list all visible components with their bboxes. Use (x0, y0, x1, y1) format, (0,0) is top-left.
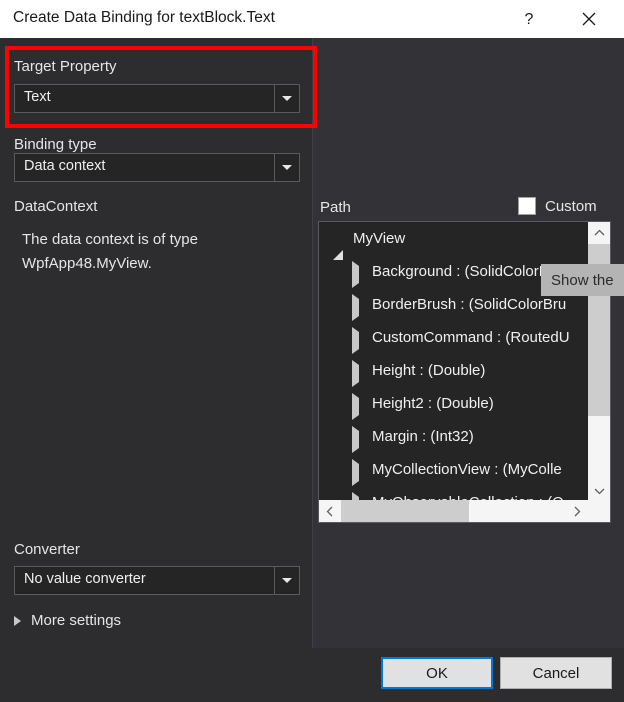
tree-item-myview[interactable]: MyView (319, 222, 589, 255)
chevron-right-icon[interactable] (352, 431, 363, 442)
target-property-label: Target Property (14, 58, 117, 75)
chevron-right-icon (14, 616, 21, 626)
tree-item-label: BorderBrush : (SolidColorBru (372, 296, 566, 313)
tree-item-height[interactable]: Height : (Double) (319, 354, 589, 387)
tree-item-customcommand[interactable]: CustomCommand : (RoutedU (319, 321, 589, 354)
tree-item-label: MyCollectionView : (MyColle (372, 461, 562, 478)
binding-type-label: Binding type (14, 136, 97, 153)
cancel-button[interactable]: Cancel (500, 657, 612, 689)
chevron-right-icon[interactable] (352, 464, 363, 475)
binding-type-value: Data context (24, 158, 105, 174)
tree-item-height2[interactable]: Height2 : (Double) (319, 387, 589, 420)
close-icon[interactable] (566, 0, 612, 38)
converter-dropdown-arrow[interactable] (274, 567, 299, 594)
binding-type-combobox[interactable]: Data context (14, 153, 300, 182)
ok-button[interactable]: OK (381, 657, 493, 689)
converter-combobox[interactable]: No value converter (14, 566, 300, 595)
custom-checkbox[interactable] (518, 197, 536, 215)
chevron-down-icon[interactable] (588, 480, 610, 502)
target-property-value: Text (24, 89, 51, 105)
tree-item-label: MyView (353, 230, 405, 247)
chevron-down-icon (282, 578, 292, 583)
dialog-footer: OK Cancel (0, 648, 624, 702)
tree-item-label: Height : (Double) (372, 362, 485, 379)
custom-checkbox-label: Custom (545, 198, 597, 215)
converter-value: No value converter (24, 571, 146, 587)
converter-label: Converter (14, 541, 80, 558)
svg-text:?: ? (525, 11, 534, 28)
chevron-right-icon[interactable] (352, 365, 363, 376)
tree-item-mycollectionview[interactable]: MyCollectionView : (MyColle (319, 453, 589, 486)
chevron-down-icon[interactable] (333, 233, 344, 244)
tree-item-label: Margin : (Int32) (372, 428, 474, 445)
chevron-up-icon[interactable] (588, 222, 610, 244)
datacontext-label: DataContext (14, 198, 97, 215)
tree-horizontal-scroll-thumb[interactable] (341, 500, 469, 522)
tree-item-label: Height2 : (Double) (372, 395, 494, 412)
target-property-dropdown-arrow[interactable] (274, 85, 299, 112)
tree-item-label: Background : (SolidColorBrus (372, 263, 570, 280)
create-data-binding-dialog: Create Data Binding for textBlock.Text ?… (0, 0, 624, 702)
target-property-combobox[interactable]: Text (14, 84, 300, 113)
close-glyph (581, 11, 597, 27)
tree-horizontal-scrollbar[interactable] (319, 500, 610, 522)
scrollbar-corner (588, 500, 610, 522)
tree-item-myobservablecollection[interactable]: MyObservableCollection : (O (319, 486, 589, 500)
dialog-title: Create Data Binding for textBlock.Text (13, 9, 275, 27)
title-bar: Create Data Binding for textBlock.Text ? (0, 0, 624, 39)
help-icon[interactable]: ? (506, 0, 552, 38)
chevron-right-icon[interactable] (566, 500, 588, 522)
tree-item-margin[interactable]: Margin : (Int32) (319, 420, 589, 453)
chevron-right-icon[interactable] (352, 398, 363, 409)
more-settings-expander[interactable]: More settings (14, 612, 121, 629)
chevron-left-icon[interactable] (319, 500, 341, 522)
chevron-down-icon (282, 165, 292, 170)
more-settings-label: More settings (31, 612, 121, 629)
dialog-content: Target Property Text Binding type Data c… (0, 38, 624, 702)
tree-item-label: CustomCommand : (RoutedU (372, 329, 570, 346)
chevron-down-icon (282, 96, 292, 101)
chevron-right-icon[interactable] (352, 299, 363, 310)
help-glyph: ? (521, 10, 537, 28)
left-panel: Target Property Text Binding type Data c… (0, 38, 312, 648)
right-panel: Path Custom MyView Background : (SolidCo… (313, 38, 624, 648)
chevron-right-icon[interactable] (352, 332, 363, 343)
path-label: Path (320, 199, 351, 216)
datacontext-description: The data context is of type WpfApp48.MyV… (22, 228, 292, 276)
binding-type-dropdown-arrow[interactable] (274, 154, 299, 181)
custom-checkbox-group[interactable]: Custom (518, 197, 597, 215)
chevron-right-icon[interactable] (352, 266, 363, 277)
tree-tooltip: Show the (541, 264, 624, 296)
